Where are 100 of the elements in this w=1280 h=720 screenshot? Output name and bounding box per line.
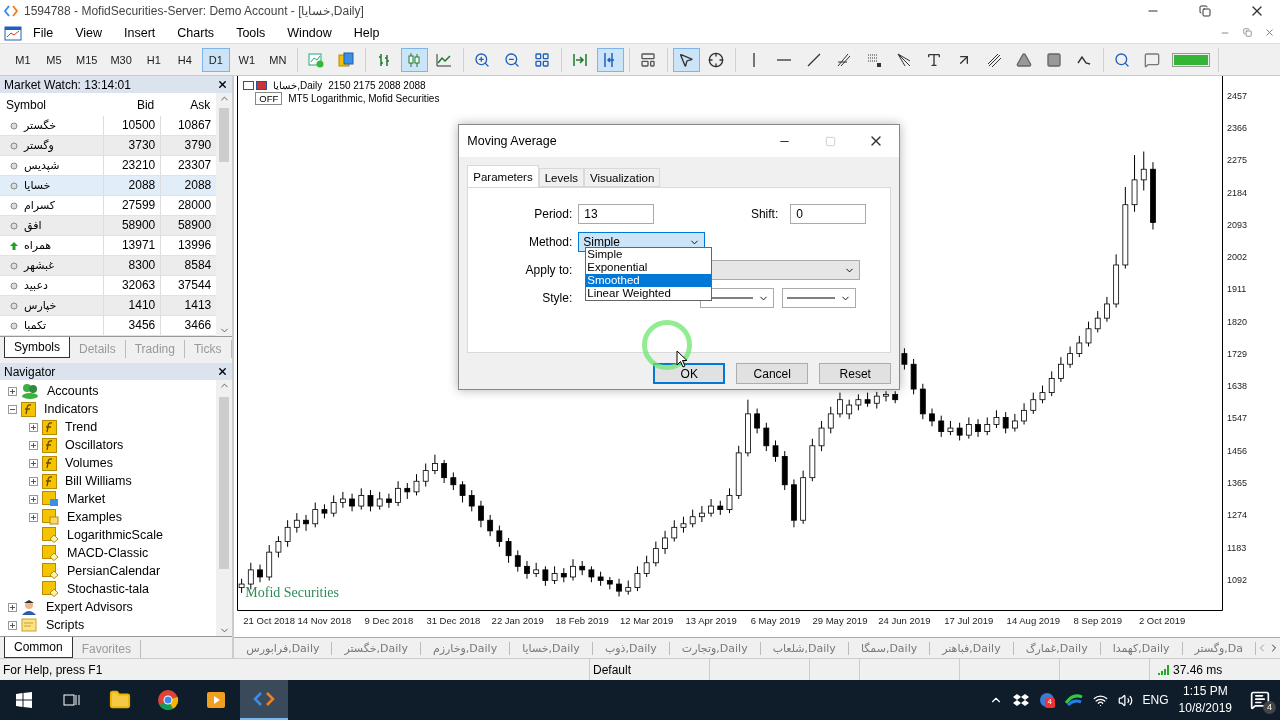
scrollbar-thumb[interactable] bbox=[219, 397, 230, 569]
navigator-item[interactable]: Indicators bbox=[44, 402, 99, 416]
navigator-item[interactable]: Stochastic-tala bbox=[67, 582, 149, 596]
method-option[interactable]: Smoothed bbox=[586, 274, 712, 287]
price-values: 2150 2175 2088 2088 bbox=[328, 80, 426, 91]
timeframe-button[interactable]: M1 bbox=[9, 47, 37, 72]
menu-item[interactable]: View bbox=[64, 25, 114, 40]
candlestick bbox=[818, 420, 825, 452]
price-label: 2002 bbox=[1227, 252, 1248, 263]
expand-icon[interactable] bbox=[29, 494, 38, 504]
dialog-tab[interactable]: Visualization bbox=[583, 168, 661, 187]
expand-icon[interactable] bbox=[8, 602, 17, 612]
triangle-icon bbox=[1016, 51, 1033, 68]
navigator-item[interactable]: Trend bbox=[65, 420, 98, 434]
navigator-item[interactable]: Oscillators bbox=[65, 438, 124, 452]
panel-tab[interactable]: Common bbox=[4, 637, 73, 658]
expand-icon[interactable] bbox=[8, 386, 17, 396]
timeframe-button[interactable]: M30 bbox=[105, 47, 137, 72]
column-header[interactable]: Symbol bbox=[0, 97, 104, 112]
navigator-item[interactable]: Examples bbox=[67, 510, 122, 524]
new-chart-icon bbox=[308, 51, 325, 68]
chart-tab[interactable]: سمگا,Daily bbox=[848, 641, 931, 655]
candlestick bbox=[1141, 151, 1147, 192]
timeframe-button[interactable]: MN bbox=[263, 47, 292, 72]
scrollbar-thumb[interactable] bbox=[219, 108, 230, 162]
toggle-button[interactable]: OFF bbox=[255, 92, 283, 105]
expand-icon[interactable] bbox=[29, 512, 38, 522]
notifications-icon[interactable] bbox=[1250, 690, 1270, 710]
column-header[interactable]: Ask bbox=[160, 97, 217, 112]
symbol-name: کسرام bbox=[24, 199, 55, 212]
windows-start-icon[interactable] bbox=[16, 692, 32, 708]
chart-tab[interactable]: خگستر,Daily bbox=[332, 641, 421, 655]
candlestick bbox=[423, 463, 429, 488]
candlestick bbox=[1058, 356, 1065, 383]
toolbar-button[interactable] bbox=[672, 47, 700, 72]
navigator-item[interactable]: PersianCalendar bbox=[67, 564, 161, 578]
timeframe-button[interactable]: D1 bbox=[201, 47, 230, 72]
menu-item[interactable]: Insert bbox=[113, 25, 167, 40]
chart-tab[interactable]: غمارگ,Daily bbox=[1013, 641, 1101, 655]
shift-field[interactable]: 0 bbox=[790, 204, 867, 224]
timeframe-button[interactable]: M15 bbox=[71, 47, 103, 72]
candlestick bbox=[966, 416, 973, 440]
menu-item[interactable]: Help bbox=[342, 25, 391, 40]
language-indicator[interactable]: ENG bbox=[1142, 693, 1169, 707]
dialog-button[interactable]: OK bbox=[653, 363, 726, 384]
dialog-tab[interactable]: Parameters bbox=[467, 165, 539, 187]
navigator-item[interactable]: LogarithmicScale bbox=[67, 528, 163, 542]
menu-item[interactable]: Tools bbox=[225, 25, 277, 40]
navigator-item[interactable]: Market bbox=[67, 492, 106, 506]
navigator-item[interactable]: Accounts bbox=[47, 384, 99, 398]
column-header[interactable]: Bid bbox=[103, 97, 161, 112]
price-label: 1729 bbox=[1227, 348, 1248, 359]
expand-icon[interactable] bbox=[29, 440, 38, 450]
navigator-item[interactable]: Volumes bbox=[65, 456, 113, 470]
custom-indicator-icon bbox=[42, 527, 59, 543]
timeframe-button[interactable]: H4 bbox=[170, 47, 199, 72]
expand-icon[interactable] bbox=[8, 620, 17, 630]
line-width-select[interactable] bbox=[782, 288, 857, 308]
chart-tab[interactable]: فرابورس,Daily bbox=[234, 641, 333, 655]
candlestick bbox=[772, 439, 779, 463]
candlestick bbox=[763, 422, 770, 452]
price-label: 2275 bbox=[1227, 155, 1248, 166]
accounts-icon bbox=[21, 383, 39, 399]
chart-tab[interactable]: فباهنر,Daily bbox=[930, 641, 1014, 655]
navigator-item[interactable]: Bill Williams bbox=[65, 474, 132, 488]
navigator-item[interactable]: Expert Advisors bbox=[46, 600, 133, 614]
dialog-button[interactable]: Reset bbox=[819, 363, 892, 384]
dialog-button[interactable]: Cancel bbox=[736, 363, 809, 384]
menu-item[interactable]: Charts bbox=[166, 25, 226, 40]
panel-tab[interactable]: Symbols bbox=[4, 337, 70, 358]
close-icon[interactable] bbox=[217, 79, 229, 90]
expand-icon[interactable] bbox=[29, 476, 38, 486]
timeframe-button[interactable]: W1 bbox=[232, 47, 261, 72]
collapse-icon[interactable] bbox=[8, 404, 17, 414]
close-icon[interactable] bbox=[217, 366, 229, 377]
bid-value: 13971 bbox=[103, 236, 161, 255]
period-field[interactable]: 13 bbox=[578, 204, 655, 224]
menu-item[interactable]: File bbox=[22, 25, 65, 40]
chart-tab[interactable]: وخارزم,Daily bbox=[420, 641, 511, 655]
chart-tab[interactable]: وتجارت,Daily bbox=[669, 641, 761, 655]
expand-icon[interactable] bbox=[29, 458, 38, 468]
restore-icon[interactable] bbox=[1199, 5, 1211, 17]
candlestick bbox=[699, 505, 706, 523]
wifi-icon[interactable] bbox=[1092, 692, 1108, 708]
chart-tab[interactable]: وگستر,Da bbox=[1182, 641, 1256, 655]
candlestick bbox=[846, 399, 853, 420]
volume-icon[interactable] bbox=[1117, 692, 1133, 708]
candlestick bbox=[413, 473, 420, 496]
navigator-item[interactable]: Scripts bbox=[46, 618, 85, 632]
chart-tab[interactable]: کهمدا,Daily bbox=[1100, 641, 1183, 655]
navigator-item[interactable]: MACD-Classic bbox=[67, 546, 149, 560]
chart-tab[interactable]: خسایا,Daily bbox=[510, 641, 593, 655]
timeframe-button[interactable]: H1 bbox=[139, 47, 168, 72]
expand-icon[interactable] bbox=[29, 422, 38, 432]
chart-tab[interactable]: شلعاب,Daily bbox=[760, 641, 849, 655]
timeframe-button[interactable]: M5 bbox=[40, 47, 68, 72]
dialog-tab[interactable]: Levels bbox=[538, 168, 584, 187]
chart-tab[interactable]: ذوب,Daily bbox=[592, 641, 670, 655]
indicator-icon bbox=[21, 401, 36, 417]
menu-item[interactable]: Window bbox=[276, 25, 343, 40]
